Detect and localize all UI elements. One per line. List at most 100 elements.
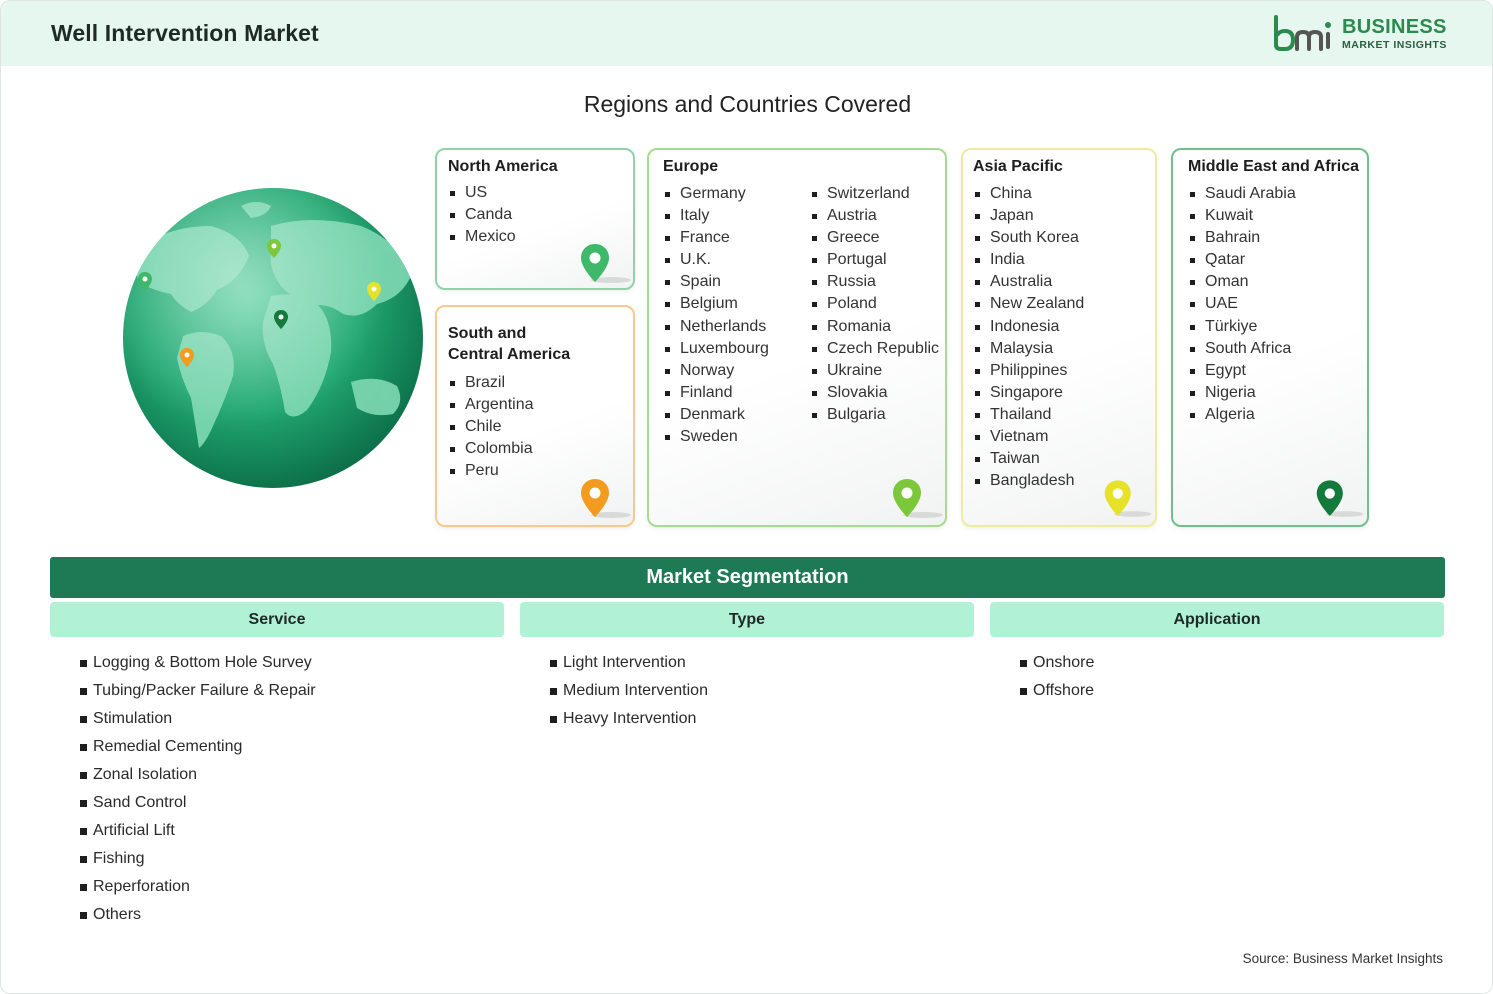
region-card-north-america: North America US Canda Mexico — [435, 148, 635, 290]
list-item: Denmark — [663, 404, 769, 426]
list-item: Light Intervention — [550, 651, 708, 679]
regions-heading: Regions and Countries Covered — [583, 91, 912, 117]
list-item: Canda — [448, 204, 516, 226]
list-item: Logging & Bottom Hole Survey — [80, 651, 316, 679]
list-item: Czech Republic — [810, 338, 939, 360]
list-item: Sand Control — [80, 791, 316, 819]
list-item: Remedial Cementing — [80, 735, 316, 763]
list-item: Philippines — [973, 360, 1084, 382]
list-item: New Zealand — [973, 293, 1084, 315]
list-item: Norway — [663, 360, 769, 382]
list-item: South Africa — [1188, 338, 1296, 360]
list-item: U.K. — [663, 249, 769, 271]
country-list: US Canda Mexico — [448, 182, 516, 248]
region-card-middle-east-africa: Middle East and Africa Saudi Arabia Kuwa… — [1171, 148, 1369, 527]
country-list: Brazil Argentina Chile Colombia Peru — [448, 372, 534, 482]
region-name: North America — [448, 158, 558, 175]
list-item: Artificial Lift — [80, 819, 316, 847]
list-item: Greece — [810, 227, 939, 249]
region-name-line: South and — [448, 325, 527, 342]
list-item: Offshore — [1020, 679, 1094, 707]
country-list: Saudi Arabia Kuwait Bahrain Qatar Oman U… — [1188, 183, 1296, 426]
segment-heading-service: Service — [50, 602, 504, 637]
list-item: Others — [80, 903, 316, 931]
list-item: Bahrain — [1188, 227, 1296, 249]
segment-list-application: Onshore Offshore — [1020, 651, 1094, 707]
list-item: Switzerland — [810, 183, 939, 205]
list-item: Kuwait — [1188, 205, 1296, 227]
list-item: Portugal — [810, 249, 939, 271]
list-item: Stimulation — [80, 707, 316, 735]
list-item: Sweden — [663, 426, 769, 448]
list-item: Reperforation — [80, 875, 316, 903]
list-item: Germany — [663, 183, 769, 205]
list-item: Poland — [810, 293, 939, 315]
list-item: Bangladesh — [973, 470, 1084, 492]
region-name: Asia Pacific — [973, 158, 1063, 175]
brand-tagline: MARKET INSIGHTS — [1342, 39, 1447, 51]
list-item: Tubing/Packer Failure & Repair — [80, 679, 316, 707]
list-item: Qatar — [1188, 249, 1296, 271]
list-item: Taiwan — [973, 448, 1084, 470]
list-item: Onshore — [1020, 651, 1094, 679]
list-item: US — [448, 182, 516, 204]
list-item: Heavy Intervention — [550, 707, 708, 735]
list-item: Fishing — [80, 847, 316, 875]
list-item: Ukraine — [810, 360, 939, 382]
region-name: South and Central America — [448, 323, 570, 365]
list-item: UAE — [1188, 293, 1296, 315]
list-item: Russia — [810, 271, 939, 293]
list-item: Zonal Isolation — [80, 763, 316, 791]
list-item: Vietnam — [973, 426, 1084, 448]
list-item: Indonesia — [973, 316, 1084, 338]
page-title: Well Intervention Market — [51, 20, 319, 46]
list-item: Chile — [448, 416, 534, 438]
globe-icon — [123, 188, 423, 488]
bmi-logo-icon — [1274, 15, 1331, 51]
list-item: Medium Intervention — [550, 679, 708, 707]
map-pin-icon — [1104, 480, 1152, 517]
list-item: Romania — [810, 316, 939, 338]
list-item: Belgium — [663, 293, 769, 315]
map-pin-icon — [893, 479, 943, 518]
country-list: Germany Italy France U.K. Spain Belgium … — [663, 183, 769, 448]
list-item: Algeria — [1188, 404, 1296, 426]
list-item: Singapore — [973, 382, 1084, 404]
list-item: Oman — [1188, 271, 1296, 293]
region-name-line: Central America — [448, 346, 571, 363]
infographic-frame: Well Intervention Market BUSINESS MARKET… — [0, 0, 1493, 994]
header-bar: Well Intervention Market BUSINESS MARKET… — [1, 1, 1492, 66]
map-pin-icon — [1316, 480, 1364, 517]
list-item: Colombia — [448, 438, 534, 460]
list-item: Thailand — [973, 404, 1084, 426]
list-item: Spain — [663, 271, 769, 293]
region-card-south-central-america: South and Central America Brazil Argenti… — [435, 305, 635, 527]
segment-heading-application: Application — [990, 602, 1444, 637]
segment-list-service: Logging & Bottom Hole Survey Tubing/Pack… — [80, 651, 316, 931]
list-item: Mexico — [448, 226, 516, 248]
list-item: Brazil — [448, 372, 534, 394]
map-pin-icon — [581, 479, 631, 518]
list-item: China — [973, 183, 1084, 205]
brand-logo: BUSINESS MARKET INSIGHTS — [1273, 15, 1448, 55]
list-item: Netherlands — [663, 316, 769, 338]
list-item: Slovakia — [810, 382, 939, 404]
list-item: Australia — [973, 271, 1084, 293]
country-list: China Japan South Korea India Australia … — [973, 183, 1084, 492]
list-item: Finland — [663, 382, 769, 404]
list-item: Luxembourg — [663, 338, 769, 360]
list-item: Türkiye — [1188, 316, 1296, 338]
region-card-asia-pacific: Asia Pacific China Japan South Korea Ind… — [961, 148, 1157, 527]
list-item: India — [973, 249, 1084, 271]
list-item: Japan — [973, 205, 1084, 227]
list-item: Egypt — [1188, 360, 1296, 382]
list-item: Italy — [663, 205, 769, 227]
list-item: France — [663, 227, 769, 249]
list-item: South Korea — [973, 227, 1084, 249]
country-list: Switzerland Austria Greece Portugal Russ… — [810, 183, 939, 426]
segment-list-type: Light Intervention Medium Intervention H… — [550, 651, 708, 735]
list-item: Argentina — [448, 394, 534, 416]
source-note: Source: Business Market Insights — [1242, 951, 1443, 966]
list-item: Peru — [448, 460, 534, 482]
segmentation-title-bar: Market Segmentation — [50, 557, 1445, 598]
